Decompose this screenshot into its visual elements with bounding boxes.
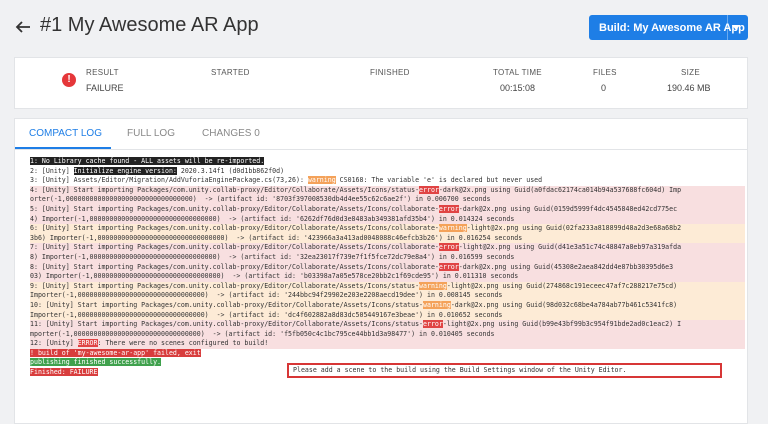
tab-changes[interactable]: CHANGES 0 bbox=[202, 128, 260, 139]
log-line: 4: [Unity] Start importing Packages/com.… bbox=[30, 185, 745, 196]
page-title: #1 My Awesome AR App bbox=[40, 14, 259, 36]
log-line: 7: [Unity] Start importing Packages/com.… bbox=[30, 243, 745, 253]
log-tabs: COMPACT LOG FULL LOG CHANGES 0 bbox=[15, 119, 747, 150]
log-line: mporter(-1,00000000000000000000000000000… bbox=[30, 329, 745, 340]
build-summary: ! RESULT FAILURE STARTED FINISHED TOTAL … bbox=[14, 57, 748, 109]
header: #1 My Awesome AR App Build: My Awesome A… bbox=[0, 0, 768, 56]
files-label: FILES bbox=[593, 68, 617, 77]
log-line: 6: [Unity] Start importing Packages/com.… bbox=[30, 224, 745, 234]
finished-label: FINISHED bbox=[370, 68, 410, 77]
log-line: 2: [Unity] Initialize engine version: 20… bbox=[30, 166, 285, 175]
size-label: SIZE bbox=[681, 68, 700, 77]
log-line: 1: No Library cache found - ALL assets w… bbox=[30, 157, 265, 165]
log-line: 10: [Unity] Start importing Packages/com… bbox=[30, 300, 745, 311]
size-value: 190.46 MB bbox=[667, 83, 711, 93]
back-arrow-icon[interactable] bbox=[14, 18, 32, 36]
log-line: 3: [Unity] Assets/Editor/Migration/AddVu… bbox=[30, 176, 543, 185]
build-button[interactable]: Build: My Awesome AR App bbox=[589, 15, 748, 40]
button-separator bbox=[727, 15, 728, 40]
log-line: 5: [Unity] Start importing Packages/com.… bbox=[30, 204, 745, 215]
failure-icon: ! bbox=[62, 73, 76, 87]
result-value: FAILURE bbox=[86, 83, 124, 93]
total-time-label: TOTAL TIME bbox=[493, 68, 542, 77]
log-line: 11: [Unity] Start importing Packages/com… bbox=[30, 320, 745, 330]
chevron-down-icon[interactable] bbox=[732, 25, 740, 30]
started-label: STARTED bbox=[211, 68, 250, 77]
log-line: 8: [Unity] Start importing Packages/com.… bbox=[30, 262, 745, 273]
tabs-divider bbox=[15, 149, 747, 150]
error-message-callout: Please add a scene to the build using th… bbox=[287, 363, 722, 378]
log-line: orter(-1,0000000000000000000000000000000… bbox=[30, 195, 745, 205]
log-line: ! build of 'my-awesome-ar-app' failed, e… bbox=[30, 348, 201, 357]
log-line: 9: [Unity] Start importing Packages/com.… bbox=[30, 281, 745, 292]
log-line: Importer(-1,0000000000000000000000000000… bbox=[30, 310, 745, 321]
files-value: 0 bbox=[601, 83, 607, 93]
log-line: 03) Importer(-1,000000000000000000000000… bbox=[30, 272, 745, 282]
log-line: 8) Importer(-1,0000000000000000000000000… bbox=[30, 252, 745, 263]
tab-full-log[interactable]: FULL LOG bbox=[127, 128, 175, 139]
log-line: 3b6) Importer(-1,00000000000000000000000… bbox=[30, 233, 745, 244]
log-line: 12: [Unity] ERROR: There were no scenes … bbox=[30, 339, 745, 349]
result-label: RESULT bbox=[86, 68, 119, 77]
log-line: Importer(-1,0000000000000000000000000000… bbox=[30, 291, 745, 301]
log-output: 1: No Library cache found - ALL assets w… bbox=[30, 157, 745, 378]
build-button-label: Build: My Awesome AR App bbox=[599, 21, 745, 34]
log-line: 4) Importer(-1,0000000000000000000000000… bbox=[30, 214, 745, 225]
log-panel: COMPACT LOG FULL LOG CHANGES 0 1: No Lib… bbox=[14, 118, 748, 424]
total-time-value: 00:15:08 bbox=[500, 83, 536, 93]
tab-compact-log[interactable]: COMPACT LOG bbox=[29, 128, 102, 139]
